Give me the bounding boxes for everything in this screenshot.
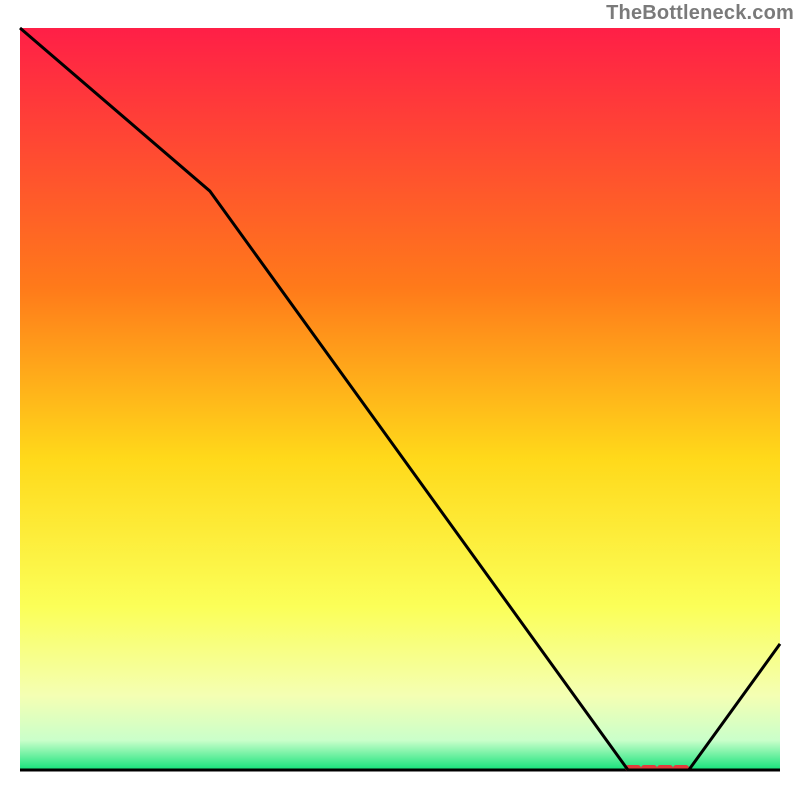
watermark-text: TheBottleneck.com — [606, 2, 794, 25]
bottleneck-chart — [0, 0, 800, 800]
chart-container: { "watermark": "TheBottleneck.com", "col… — [0, 0, 800, 800]
plot-background — [20, 28, 780, 770]
